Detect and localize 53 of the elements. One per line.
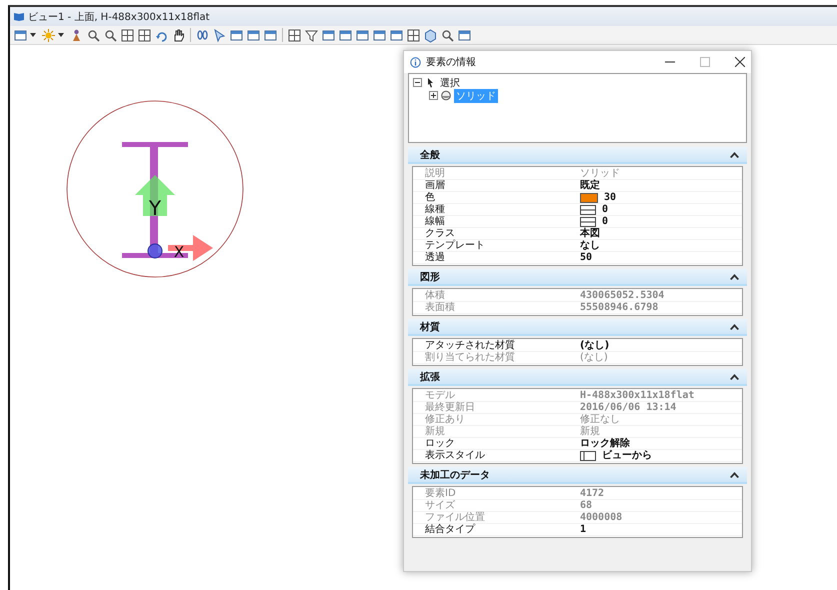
property-label: 要素ID <box>425 488 457 499</box>
property-value[interactable]: 1 <box>580 524 586 535</box>
property-label: サイズ <box>425 500 456 511</box>
property-label: 最終更新日 <box>425 402 476 413</box>
property-label: 新規 <box>425 426 446 437</box>
property-label: 修正あり <box>425 414 466 425</box>
property-value[interactable]: 50 <box>580 252 592 263</box>
property-label: 説明 <box>425 168 446 179</box>
tree-item[interactable]: 選択 <box>438 76 462 90</box>
property-value: ソリッド <box>580 168 620 179</box>
property-value[interactable]: 0 <box>602 216 608 227</box>
property-label: ロック <box>425 438 456 449</box>
property-label: モデル <box>425 390 455 401</box>
property-label: 透過 <box>425 252 446 263</box>
property-value[interactable]: 本図 <box>580 228 600 239</box>
property-value[interactable]: 0 <box>602 204 608 215</box>
property-value: 430065052.5304 <box>580 290 664 301</box>
property-label: 割り当てられた材質 <box>425 352 516 363</box>
property-value: 55508946.6798 <box>580 302 658 313</box>
property-label: 線種 <box>425 204 446 215</box>
section-title: 拡張 <box>420 370 440 384</box>
property-value: 2016/06/06 13:14 <box>580 402 676 413</box>
window-title: ビュー1 - 上面, H-488x300x11x18flat <box>28 10 210 24</box>
property-value[interactable]: 30 <box>604 192 616 203</box>
property-value: 修正なし <box>580 414 620 425</box>
property-label: 色 <box>425 192 436 203</box>
property-label: アタッチされた材質 <box>425 340 516 351</box>
y-axis-label: Y <box>148 196 162 220</box>
section-title: 材質 <box>420 320 440 334</box>
property-value[interactable]: (なし) <box>580 340 610 351</box>
property-value: 4000008 <box>580 512 622 523</box>
property-value: H-488x300x11x18flat <box>580 390 694 401</box>
section-title: 全般 <box>420 148 440 162</box>
property-label: 結合タイプ <box>425 524 476 535</box>
property-value[interactable]: なし <box>580 240 600 251</box>
property-label: クラス <box>425 228 456 239</box>
property-value: (なし) <box>580 352 608 363</box>
property-label: テンプレート <box>425 240 486 251</box>
property-label: ファイル位置 <box>425 512 486 523</box>
property-label: 線幅 <box>425 216 446 227</box>
property-value[interactable]: ビューから <box>602 450 652 461</box>
panel-title: 要素の情報 <box>426 56 476 69</box>
property-value[interactable]: 既定 <box>580 180 600 191</box>
property-value: 4172 <box>580 488 604 499</box>
property-label: 表示スタイル <box>425 450 486 461</box>
property-label: 体積 <box>425 290 446 301</box>
property-label: 画層 <box>425 180 446 191</box>
property-value[interactable]: ロック解除 <box>580 438 630 449</box>
section-title: 図形 <box>420 270 440 284</box>
property-value: 新規 <box>580 426 600 437</box>
section-title: 未加工のデータ <box>420 468 490 482</box>
property-value: 68 <box>580 500 592 511</box>
property-label: 表面積 <box>425 302 456 313</box>
